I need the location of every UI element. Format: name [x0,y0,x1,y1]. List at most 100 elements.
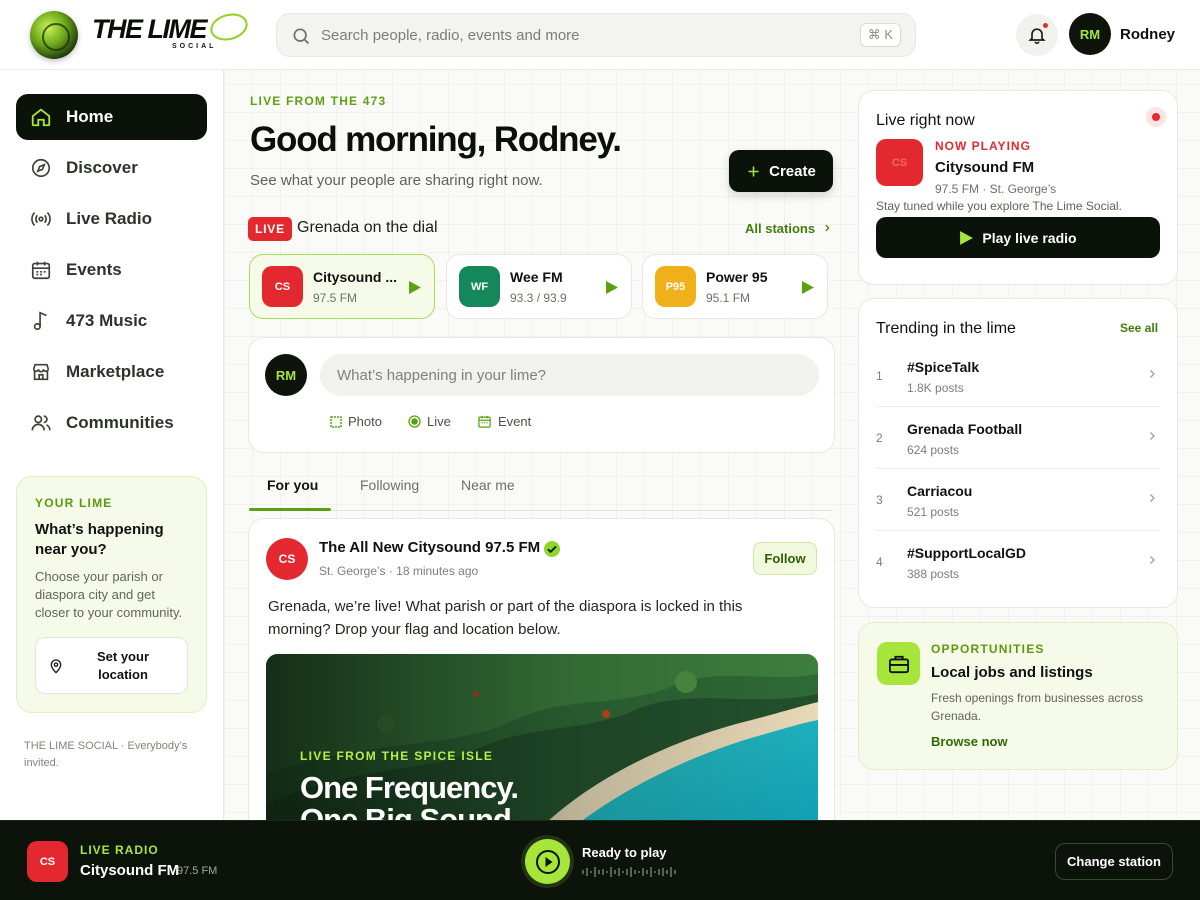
follow-button[interactable]: Follow [753,542,817,575]
station-name: Power 95 [706,269,768,285]
now-playing-meta: 97.5 FM · St. George’s [935,182,1057,196]
post-meta: St. George’s · 18 minutes ago [319,564,479,578]
now-playing-station: Citysound FM [935,159,1035,176]
play-live-radio-button[interactable]: Play live radio [876,217,1160,258]
home-icon [31,108,51,127]
live-action[interactable]: Live [408,414,451,429]
trending-rank: 1 [876,369,883,383]
your-lime-card: YOUR LIME What’s happening near you? Cho… [16,476,207,713]
now-playing-note: Stay tuned while you explore The Lime So… [876,199,1122,213]
player-play-button[interactable] [525,839,570,884]
change-station-button[interactable]: Change station [1055,843,1173,880]
post-composer: RM Photo Live Event [248,337,835,453]
search-bar[interactable]: ⌘ K [276,13,916,57]
trending-title: Trending in the lime [876,320,1016,337]
station-card-citysound[interactable]: CS Citysound ... 97.5 FM [249,254,435,319]
sidebar-item-label: Marketplace [66,362,165,381]
your-lime-description: Choose your parish or diaspora city and … [35,569,183,620]
tab-following[interactable]: Following [360,477,419,493]
trending-tag: #SupportLocalGD [907,545,1027,561]
sidebar-item-home[interactable]: Home [16,94,207,140]
composer-avatar: RM [265,354,307,396]
chevron-right-icon [1150,494,1155,502]
brand-sub: SOCIAL [172,43,217,50]
player-status: Ready to play [582,845,667,860]
active-tab-indicator [249,508,331,511]
event-label: Event [498,414,532,429]
sidebar-item-label: Discover [66,158,138,177]
live-now-card: Live right now CS NOW PLAYING Citysound … [858,90,1178,285]
dial-title: Grenada on the dial [297,219,438,236]
sidebar-item-events[interactable]: Events [16,247,207,293]
event-action[interactable]: Event [477,414,531,429]
trending-card: Trending in the lime See all 1 #SpiceTal… [858,298,1178,608]
sidebar: Home Discover Live Radio Events 473 Musi… [0,70,224,820]
chevron-right-icon [1150,370,1155,378]
feed-post: CS The All New Citysound 97.5 FM St. Geo… [248,518,835,838]
compass-icon [31,158,51,178]
search-shortcut: ⌘ K [859,23,901,47]
notification-dot [1043,23,1048,28]
trending-item[interactable]: 1 #SpiceTalk 1.8K posts [876,345,1160,407]
player-eyebrow: LIVE RADIO [80,843,159,857]
station-frequency: 97.5 FM [313,291,358,305]
plus-icon [748,166,759,176]
station-logo: CS [262,266,303,307]
trending-count: 388 posts [907,567,960,581]
play-icon [535,849,560,874]
trending-item[interactable]: 2 Grenada Football 624 posts [876,407,1160,469]
feed-tabs: For you Following Near me [249,468,833,511]
sidebar-item-label: Events [66,260,122,279]
now-playing-logo: CS [876,139,923,186]
play-icon[interactable] [408,280,422,295]
now-playing-label: NOW PLAYING [935,139,1031,153]
brand-name[interactable]: THE LIME [92,14,208,45]
user-avatar[interactable]: RM [1069,13,1111,55]
sidebar-item-discover[interactable]: Discover [16,145,207,191]
play-icon[interactable] [801,280,815,295]
live-badge: LIVE [248,217,292,241]
post-author[interactable]: The All New Citysound 97.5 FM [319,539,540,556]
your-lime-eyebrow: YOUR LIME [35,496,113,510]
trending-item[interactable]: 4 #SupportLocalGD 388 posts [876,531,1160,593]
all-stations-link[interactable]: All stations [745,221,832,236]
photo-action[interactable]: Photo [330,414,382,429]
search-input[interactable] [321,14,841,56]
browse-now-link[interactable]: Browse now [931,734,1008,749]
trending-tag: Grenada Football [907,421,1023,437]
live-now-title: Live right now [876,112,975,129]
post-avatar[interactable]: CS [266,538,308,580]
briefcase-icon [877,642,920,685]
all-stations-label: All stations [745,221,816,236]
lime-logo-icon[interactable] [30,11,78,59]
play-live-label: Play live radio [982,229,1077,246]
trending-tag: Carriacou [907,483,973,499]
sidebar-item-live-radio[interactable]: Live Radio [16,196,207,242]
calendar-icon [478,415,491,428]
station-card-power-95[interactable]: P95 Power 95 95.1 FM [642,254,828,319]
notifications-button[interactable] [1016,14,1058,56]
play-icon[interactable] [605,280,619,295]
trending-rank: 4 [876,555,883,569]
trending-rank: 3 [876,493,883,507]
store-icon [32,363,50,381]
verified-badge-icon [544,541,560,557]
main-eyebrow: LIVE FROM THE 473 [250,94,387,108]
tab-for-you[interactable]: For you [267,477,318,493]
composer-input[interactable] [320,354,819,396]
post-image[interactable]: LIVE FROM THE SPICE ISLE One Frequency. … [266,654,818,837]
set-location-label: Set your location [96,648,149,682]
image-eyebrow: LIVE FROM THE SPICE ISLE [300,749,494,763]
user-name[interactable]: Rodney [1120,26,1175,43]
station-card-wee-fm[interactable]: WF Wee FM 93.3 / 93.9 [446,254,632,319]
set-location-button[interactable]: Set your location [35,637,188,694]
sidebar-item-marketplace[interactable]: Marketplace [16,349,207,395]
tab-near-me[interactable]: Near me [461,477,515,493]
sidebar-item-communities[interactable]: Communities [16,400,207,446]
create-button[interactable]: Create [729,150,833,192]
search-icon [293,28,310,45]
waveform-icon [582,867,676,877]
see-all-link[interactable]: See all [1120,321,1158,335]
sidebar-item-473-music[interactable]: 473 Music [16,298,207,344]
trending-item[interactable]: 3 Carriacou 521 posts [876,469,1160,531]
